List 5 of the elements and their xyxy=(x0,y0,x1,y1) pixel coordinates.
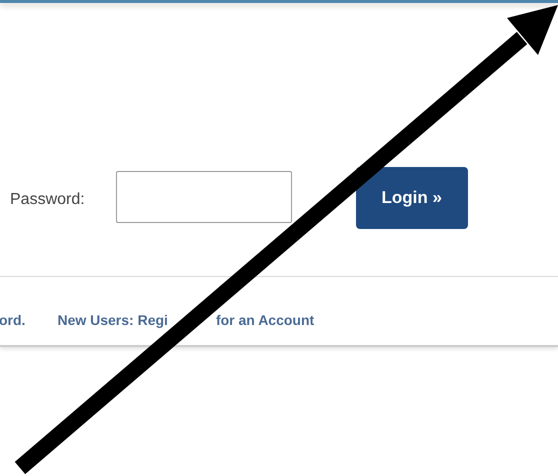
password-field[interactable] xyxy=(116,171,292,223)
link[interactable]: New Users: Regi xyxy=(57,312,168,328)
link[interactable]: for an Account xyxy=(216,312,314,328)
password-label: Password: xyxy=(10,191,85,209)
login-button[interactable]: Login » xyxy=(356,167,468,229)
